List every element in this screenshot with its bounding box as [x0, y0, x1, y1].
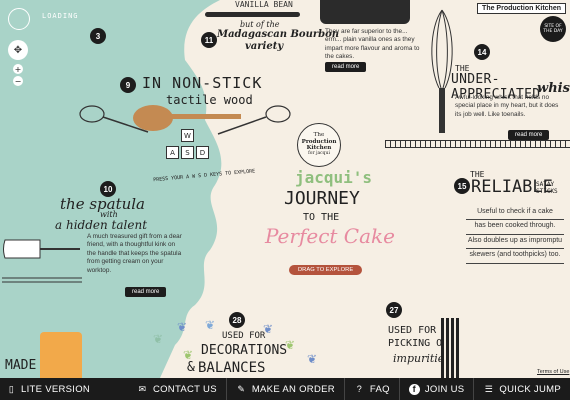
orange-jar [40, 332, 82, 378]
made-text: MADE [5, 358, 37, 373]
quick-jump-label: QUICK JUMP [499, 383, 561, 395]
loading-icon [8, 8, 30, 30]
vanilla-pod [205, 12, 300, 17]
reliable-row: Useful to check if a cake [466, 206, 564, 221]
main-canvas[interactable]: LOADING ✥ + − 3 The Production Kitchen S… [0, 0, 570, 378]
journey-line3: TO THE [303, 212, 340, 223]
vanilla-jar [320, 0, 410, 24]
key-s[interactable]: S [181, 146, 194, 159]
non-stick-line1: IN NON-STICK [142, 74, 263, 92]
zoom-in-button[interactable]: + [13, 64, 23, 74]
menu-icon: ☰ [484, 383, 494, 394]
decorations-line1: USED FOR [222, 331, 266, 341]
mail-icon: ✉ [138, 383, 147, 394]
picking-line1: USED FOR [388, 325, 437, 336]
decorations-line2: DECORATIONS [201, 343, 288, 358]
facebook-icon: f [408, 383, 420, 395]
vanilla-line4: variety [245, 41, 284, 52]
reliable-row: Also doubles up as impromptu [466, 235, 564, 250]
contact-us-link[interactable]: ✉ CONTACT US [128, 378, 226, 400]
faq-label: FAQ [369, 383, 390, 395]
journey-line1: jacqui's [295, 168, 373, 187]
spatula-read-more[interactable]: read more [125, 287, 167, 297]
vanilla-read-more[interactable]: read more [325, 62, 367, 72]
loading-label: LOADING [42, 12, 79, 20]
make-order-link[interactable]: ✎ MAKE AN ORDER [225, 378, 344, 400]
section-badge-15[interactable]: 15 [454, 178, 470, 194]
section-badge-3[interactable]: 3 [90, 28, 106, 44]
key-a[interactable]: A [166, 146, 179, 159]
production-kitchen-logo[interactable]: The Production Kitchen for jacqui [297, 123, 341, 167]
vanilla-line1: VANILLA BEAN [235, 0, 293, 9]
faq-link[interactable]: ? FAQ [343, 378, 399, 400]
section-badge-27[interactable]: 27 [386, 302, 402, 318]
join-us-label: JOIN US [424, 383, 465, 395]
zoom-out-button[interactable]: − [13, 76, 23, 86]
decorations-line3: & [187, 360, 195, 375]
vanilla-line2: but of the [240, 20, 280, 29]
contact-us-label: CONTACT US [152, 383, 217, 395]
decorations-line4: BALANCES [198, 360, 266, 376]
terms-link[interactable]: Terms of Use [537, 369, 569, 375]
reliable-line3: SATAY STICKS [536, 181, 558, 195]
journey-line4: Perfect Cake [265, 224, 395, 248]
lite-version-label: LITE VERSION [21, 383, 91, 395]
section-badge-11[interactable]: 11 [201, 32, 217, 48]
key-w[interactable]: W [181, 129, 194, 142]
section-badge-14[interactable]: 14 [474, 44, 490, 60]
nav-arrows-icon[interactable]: ✥ [8, 40, 28, 60]
reliable-row: skewers (and toothpicks) too. [466, 249, 564, 264]
whisk-shelf [385, 140, 570, 148]
key-d[interactable]: D [196, 146, 209, 159]
spatula-desc: A much treasured gift from a dear friend… [87, 233, 182, 274]
vanilla-line3: Madagascan Bourbon [217, 29, 340, 40]
bottom-bar: ▯ LITE VERSION ✉ CONTACT US ✎ MAKE AN OR… [0, 378, 570, 400]
logo-for: for jacqui [308, 151, 330, 157]
whisk-desc: Awful-looking whisk that holds no specia… [455, 94, 559, 118]
vanilla-desc: They are far superior to the... erm... p… [325, 28, 420, 61]
brand-tag[interactable]: The Production Kitchen [477, 3, 566, 14]
journey-line2: JOURNEY [284, 188, 360, 209]
help-icon: ? [356, 384, 363, 394]
site-of-day-badge[interactable]: SITE OF THE DAY [540, 16, 566, 42]
drag-to-explore-button[interactable]: DRAG TO EXPLORE [289, 265, 363, 275]
tweezers-illustration [441, 318, 459, 378]
spatula-illustration [2, 239, 82, 283]
lite-version-link[interactable]: ▯ LITE VERSION [0, 378, 90, 400]
section-badge-9[interactable]: 9 [120, 77, 136, 93]
reliable-list: Useful to check if a cake has been cooke… [466, 206, 564, 264]
mobile-icon: ▯ [8, 383, 15, 394]
reliable-row: has been cooked through. [466, 220, 564, 235]
make-order-label: MAKE AN ORDER [251, 383, 335, 395]
whisk-read-more[interactable]: read more [508, 130, 550, 140]
join-us-link[interactable]: f JOIN US [398, 378, 474, 400]
quick-jump-link[interactable]: ☰ QUICK JUMP [473, 378, 570, 400]
edit-icon: ✎ [237, 383, 246, 394]
